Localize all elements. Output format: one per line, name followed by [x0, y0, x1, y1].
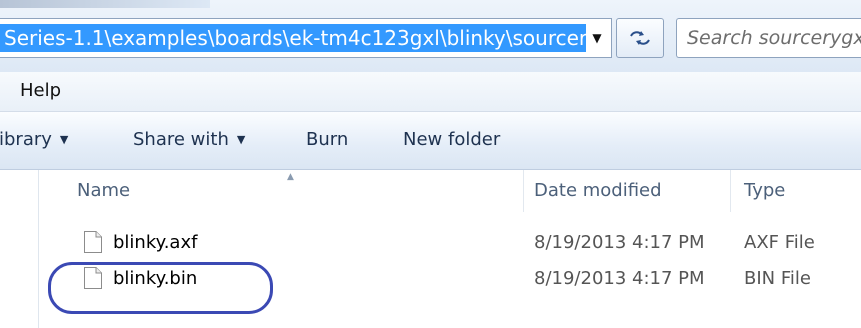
search-input[interactable] [677, 19, 861, 57]
column-header-type[interactable]: Type [744, 179, 785, 203]
file-row-blinky-bin[interactable]: blinky.bin 8/19/2013 4:17 PM BIN File [40, 262, 861, 296]
share-with-dropdown-icon: ▼ [236, 133, 246, 146]
address-dropdown-icon[interactable]: ▼ [586, 23, 608, 53]
column-divider[interactable] [730, 170, 731, 212]
address-toolbar: Series-1.1\examples\boards\ek-tm4c123gxl… [0, 0, 861, 72]
menu-bar: Help [0, 72, 861, 112]
file-date-modified: 8/19/2013 4:17 PM [534, 268, 705, 289]
file-icon [84, 231, 102, 253]
file-type: AXF File [744, 232, 815, 253]
file-name: blinky.bin [113, 268, 198, 289]
search-box[interactable] [676, 18, 861, 58]
menu-item-help[interactable]: Help [20, 79, 61, 103]
column-header-date-modified[interactable]: Date modified [534, 179, 662, 203]
command-bar: ibrary ▼ Share with ▼ Burn New folder [0, 112, 861, 170]
address-bar[interactable]: Series-1.1\examples\boards\ek-tm4c123gxl… [0, 18, 612, 58]
share-with-label: Share with [133, 129, 229, 150]
column-header-name[interactable]: Name [77, 179, 130, 203]
share-with-button[interactable]: Share with ▼ [133, 128, 245, 152]
sort-ascending-icon: ▲ [287, 172, 294, 182]
file-name: blinky.axf [113, 232, 198, 253]
library-button[interactable]: ibrary ▼ [0, 128, 68, 152]
address-path[interactable]: Series-1.1\examples\boards\ek-tm4c123gxl… [0, 24, 586, 52]
file-type: BIN File [744, 268, 811, 289]
burn-button[interactable]: Burn [306, 128, 348, 152]
column-header-row: ▲ Name Date modified Type [40, 170, 861, 212]
file-icon [84, 267, 102, 289]
explorer-window: Series-1.1\examples\boards\ek-tm4c123gxl… [0, 0, 861, 328]
file-row-blinky-axf[interactable]: blinky.axf 8/19/2013 4:17 PM AXF File [40, 226, 861, 260]
file-date-modified: 8/19/2013 4:17 PM [534, 232, 705, 253]
library-label: ibrary [0, 129, 52, 150]
refresh-button[interactable] [616, 18, 664, 58]
refresh-icon [630, 31, 650, 45]
column-divider[interactable] [523, 170, 524, 212]
library-dropdown-icon: ▼ [59, 133, 69, 146]
new-folder-button[interactable]: New folder [403, 128, 500, 152]
navigation-pane-divider[interactable] [38, 170, 39, 328]
